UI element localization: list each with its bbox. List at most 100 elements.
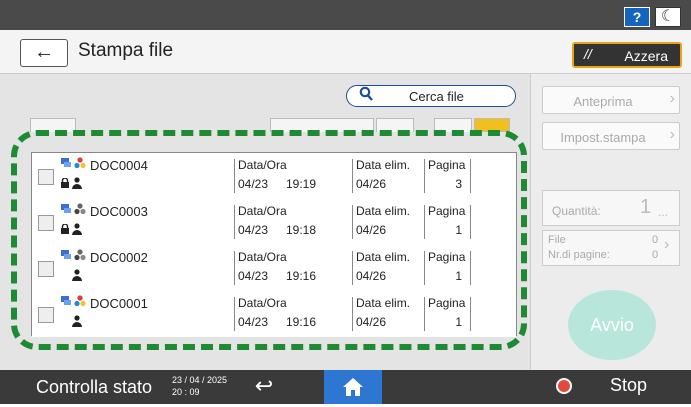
checkbox[interactable] bbox=[38, 215, 54, 231]
delete-date-header: Data elim. bbox=[356, 296, 411, 310]
datetime-display: 23 / 04 / 2025 20 : 09 bbox=[172, 374, 227, 398]
page-title: Stampa file bbox=[78, 40, 174, 61]
date-text: 23 / 04 / 2025 bbox=[172, 375, 228, 385]
pages-label: Nr.di pagine: bbox=[548, 249, 610, 261]
column-divider bbox=[470, 205, 471, 239]
mono-print-icon bbox=[74, 203, 86, 215]
pages-header: Pagina bbox=[428, 250, 466, 264]
file-row[interactable]: DOC0004 Data/Ora 04/23 19:19 Data elim. … bbox=[32, 153, 516, 200]
chevron-right-icon: › bbox=[669, 126, 675, 143]
arrow-left-icon: ← bbox=[34, 41, 54, 63]
pc-icon bbox=[61, 204, 71, 213]
file-list: DOC0004 Data/Ora 04/23 19:19 Data elim. … bbox=[31, 152, 517, 337]
datetime-header: Data/Ora bbox=[238, 296, 287, 310]
column-divider bbox=[234, 159, 235, 193]
file-name: DOC0002 bbox=[90, 250, 148, 265]
delete-date: 04/26 bbox=[356, 177, 387, 191]
pc-icon bbox=[61, 250, 71, 259]
print-settings-label: Impost.stampa bbox=[560, 130, 646, 145]
datetime-header: Data/Ora bbox=[238, 250, 287, 264]
column-divider bbox=[470, 251, 471, 285]
files-value: 0 bbox=[652, 234, 659, 246]
lock-icon bbox=[61, 224, 69, 234]
column-divider bbox=[424, 251, 425, 285]
file-name: DOC0004 bbox=[90, 158, 148, 173]
pc-icon bbox=[61, 158, 71, 167]
column-divider bbox=[234, 251, 235, 285]
search-file-label: Cerca file bbox=[409, 89, 464, 104]
reset-icon: // bbox=[584, 46, 592, 62]
file-time: 19:19 bbox=[286, 177, 317, 191]
page-count: 1 bbox=[455, 269, 462, 283]
page-count: 1 bbox=[455, 315, 462, 329]
delete-date-header: Data elim. bbox=[356, 158, 411, 172]
file-date: 04/23 bbox=[238, 315, 269, 329]
page-count: 3 bbox=[455, 177, 462, 191]
back-button[interactable]: ← bbox=[20, 39, 68, 67]
datetime-header: Data/Ora bbox=[238, 204, 287, 218]
file-name: DOC0003 bbox=[90, 204, 148, 219]
page-count: 1 bbox=[455, 223, 462, 237]
checkbox[interactable] bbox=[38, 261, 54, 277]
column-divider bbox=[352, 159, 353, 193]
delete-date: 04/26 bbox=[356, 269, 387, 283]
color-print-icon bbox=[74, 295, 86, 307]
file-date: 04/23 bbox=[238, 223, 269, 237]
preview-button[interactable]: Anteprima › bbox=[542, 86, 680, 114]
file-time: 19:16 bbox=[286, 269, 317, 283]
help-button[interactable]: ? bbox=[624, 7, 650, 27]
preview-label: Anteprima bbox=[573, 94, 633, 109]
home-button[interactable] bbox=[324, 370, 382, 404]
column-divider bbox=[470, 297, 471, 331]
user-icon bbox=[72, 177, 82, 189]
print-settings-button[interactable]: Impost.stampa › bbox=[542, 122, 680, 150]
quantity-value: 1 bbox=[640, 196, 652, 218]
pages-value: 0 bbox=[652, 249, 659, 261]
color-print-icon bbox=[74, 157, 86, 169]
column-divider bbox=[424, 297, 425, 331]
file-date: 04/23 bbox=[238, 269, 269, 283]
column-divider bbox=[352, 297, 353, 331]
pc-icon bbox=[61, 296, 71, 305]
lock-icon bbox=[61, 178, 69, 188]
chevron-right-icon: › bbox=[664, 236, 670, 253]
reset-button[interactable]: // Azzera bbox=[572, 42, 682, 68]
system-top-bar bbox=[0, 0, 691, 30]
column-divider bbox=[424, 205, 425, 239]
reset-label: Azzera bbox=[624, 48, 668, 64]
return-icon[interactable]: ↩ bbox=[244, 370, 284, 404]
column-divider bbox=[424, 159, 425, 193]
column-divider bbox=[470, 159, 471, 193]
stop-label: Stop bbox=[610, 375, 648, 395]
home-icon bbox=[343, 378, 363, 396]
file-row[interactable]: DOC0002 Data/Ora 04/23 19:16 Data elim. … bbox=[32, 245, 516, 292]
time-text: 20 : 09 bbox=[172, 387, 200, 397]
file-row[interactable]: DOC0001 Data/Ora 04/23 19:16 Data elim. … bbox=[32, 291, 516, 337]
chevron-right-icon: › bbox=[669, 90, 675, 107]
pages-header: Pagina bbox=[428, 204, 466, 218]
user-icon bbox=[72, 315, 82, 327]
night-mode-icon[interactable]: ☾ bbox=[655, 7, 681, 27]
pages-header: Pagina bbox=[428, 158, 466, 172]
start-button[interactable]: Avvio bbox=[568, 290, 656, 360]
file-row[interactable]: DOC0003 Data/Ora 04/23 19:18 Data elim. … bbox=[32, 199, 516, 246]
pages-header: Pagina bbox=[428, 296, 466, 310]
delete-date: 04/26 bbox=[356, 223, 387, 237]
column-divider bbox=[234, 205, 235, 239]
checkbox[interactable] bbox=[38, 169, 54, 185]
search-file-button[interactable]: Cerca file bbox=[346, 85, 516, 107]
quantity-more: ... bbox=[658, 205, 669, 219]
user-icon bbox=[72, 269, 82, 281]
delete-date-header: Data elim. bbox=[356, 204, 411, 218]
stop-icon bbox=[556, 378, 572, 394]
datetime-header: Data/Ora bbox=[238, 158, 287, 172]
column-divider bbox=[352, 205, 353, 239]
file-name: DOC0001 bbox=[90, 296, 148, 311]
search-icon bbox=[359, 86, 373, 107]
mono-print-icon bbox=[74, 249, 86, 261]
checkbox[interactable] bbox=[38, 307, 54, 323]
check-status-button[interactable]: Controlla stato bbox=[0, 370, 160, 404]
file-date: 04/23 bbox=[238, 177, 269, 191]
column-divider bbox=[352, 251, 353, 285]
quantity-label: Quantità: bbox=[552, 204, 601, 218]
